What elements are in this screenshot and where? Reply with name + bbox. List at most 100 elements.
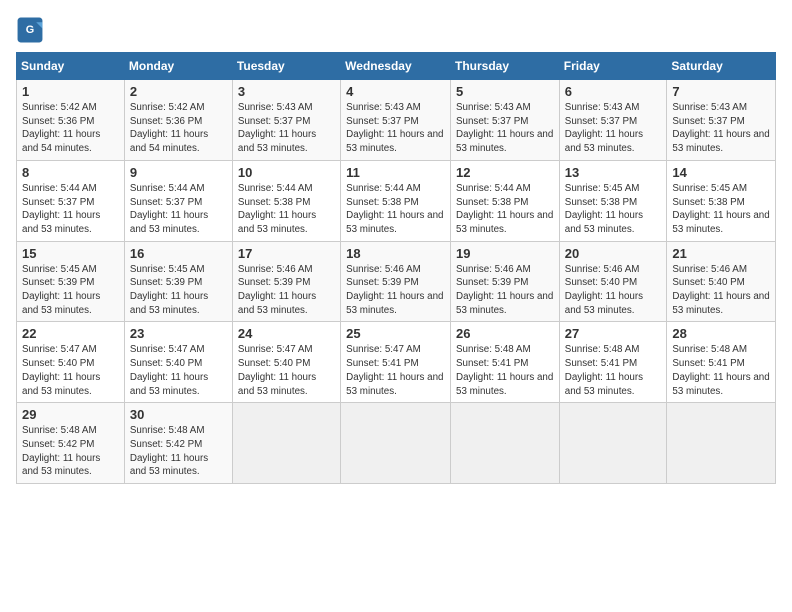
- day-number: 28: [672, 326, 770, 341]
- day-detail: Sunrise: 5:43 AMSunset: 5:37 PMDaylight:…: [238, 102, 316, 154]
- week-row-4: 22 Sunrise: 5:47 AMSunset: 5:40 PMDaylig…: [17, 322, 776, 403]
- week-row-3: 15 Sunrise: 5:45 AMSunset: 5:39 PMDaylig…: [17, 241, 776, 322]
- day-detail: Sunrise: 5:43 AMSunset: 5:37 PMDaylight:…: [456, 102, 553, 154]
- day-number: 6: [565, 84, 662, 99]
- day-detail: Sunrise: 5:43 AMSunset: 5:37 PMDaylight:…: [346, 102, 443, 154]
- day-detail: Sunrise: 5:46 AMSunset: 5:40 PMDaylight:…: [565, 264, 643, 316]
- day-detail: Sunrise: 5:46 AMSunset: 5:39 PMDaylight:…: [238, 264, 316, 316]
- header-cell-monday: Monday: [124, 53, 232, 80]
- calendar-table: SundayMondayTuesdayWednesdayThursdayFrid…: [16, 52, 776, 484]
- calendar-cell: 10 Sunrise: 5:44 AMSunset: 5:38 PMDaylig…: [232, 160, 340, 241]
- day-detail: Sunrise: 5:47 AMSunset: 5:41 PMDaylight:…: [346, 344, 443, 396]
- calendar-cell: 22 Sunrise: 5:47 AMSunset: 5:40 PMDaylig…: [17, 322, 125, 403]
- day-detail: Sunrise: 5:44 AMSunset: 5:38 PMDaylight:…: [238, 183, 316, 235]
- header-cell-wednesday: Wednesday: [341, 53, 451, 80]
- day-number: 21: [672, 246, 770, 261]
- day-number: 18: [346, 246, 445, 261]
- day-number: 29: [22, 407, 119, 422]
- day-number: 20: [565, 246, 662, 261]
- week-row-5: 29 Sunrise: 5:48 AMSunset: 5:42 PMDaylig…: [17, 403, 776, 484]
- calendar-cell: 13 Sunrise: 5:45 AMSunset: 5:38 PMDaylig…: [559, 160, 667, 241]
- header: G: [16, 16, 776, 44]
- day-number: 27: [565, 326, 662, 341]
- day-detail: Sunrise: 5:43 AMSunset: 5:37 PMDaylight:…: [672, 102, 769, 154]
- calendar-cell: 23 Sunrise: 5:47 AMSunset: 5:40 PMDaylig…: [124, 322, 232, 403]
- day-detail: Sunrise: 5:44 AMSunset: 5:37 PMDaylight:…: [130, 183, 208, 235]
- day-detail: Sunrise: 5:48 AMSunset: 5:41 PMDaylight:…: [672, 344, 769, 396]
- day-number: 23: [130, 326, 227, 341]
- day-number: 12: [456, 165, 554, 180]
- calendar-cell: 17 Sunrise: 5:46 AMSunset: 5:39 PMDaylig…: [232, 241, 340, 322]
- day-number: 25: [346, 326, 445, 341]
- calendar-cell: 1 Sunrise: 5:42 AMSunset: 5:36 PMDayligh…: [17, 80, 125, 161]
- day-detail: Sunrise: 5:42 AMSunset: 5:36 PMDaylight:…: [22, 102, 100, 154]
- day-number: 16: [130, 246, 227, 261]
- calendar-cell: 6 Sunrise: 5:43 AMSunset: 5:37 PMDayligh…: [559, 80, 667, 161]
- calendar-cell: 8 Sunrise: 5:44 AMSunset: 5:37 PMDayligh…: [17, 160, 125, 241]
- day-number: 15: [22, 246, 119, 261]
- logo-icon: G: [16, 16, 44, 44]
- calendar-cell: 29 Sunrise: 5:48 AMSunset: 5:42 PMDaylig…: [17, 403, 125, 484]
- svg-text:G: G: [26, 24, 34, 36]
- calendar-cell: 27 Sunrise: 5:48 AMSunset: 5:41 PMDaylig…: [559, 322, 667, 403]
- calendar-cell: 9 Sunrise: 5:44 AMSunset: 5:37 PMDayligh…: [124, 160, 232, 241]
- calendar-cell: [451, 403, 560, 484]
- calendar-cell: 30 Sunrise: 5:48 AMSunset: 5:42 PMDaylig…: [124, 403, 232, 484]
- day-detail: Sunrise: 5:46 AMSunset: 5:39 PMDaylight:…: [456, 264, 553, 316]
- calendar-cell: 24 Sunrise: 5:47 AMSunset: 5:40 PMDaylig…: [232, 322, 340, 403]
- header-cell-sunday: Sunday: [17, 53, 125, 80]
- day-detail: Sunrise: 5:44 AMSunset: 5:37 PMDaylight:…: [22, 183, 100, 235]
- day-detail: Sunrise: 5:46 AMSunset: 5:40 PMDaylight:…: [672, 264, 769, 316]
- day-detail: Sunrise: 5:48 AMSunset: 5:42 PMDaylight:…: [22, 425, 100, 477]
- header-cell-tuesday: Tuesday: [232, 53, 340, 80]
- day-number: 9: [130, 165, 227, 180]
- calendar-cell: 5 Sunrise: 5:43 AMSunset: 5:37 PMDayligh…: [451, 80, 560, 161]
- calendar-cell: 25 Sunrise: 5:47 AMSunset: 5:41 PMDaylig…: [341, 322, 451, 403]
- calendar-cell: 14 Sunrise: 5:45 AMSunset: 5:38 PMDaylig…: [667, 160, 776, 241]
- header-cell-thursday: Thursday: [451, 53, 560, 80]
- day-detail: Sunrise: 5:48 AMSunset: 5:41 PMDaylight:…: [456, 344, 553, 396]
- day-detail: Sunrise: 5:47 AMSunset: 5:40 PMDaylight:…: [238, 344, 316, 396]
- calendar-cell: 3 Sunrise: 5:43 AMSunset: 5:37 PMDayligh…: [232, 80, 340, 161]
- day-number: 1: [22, 84, 119, 99]
- day-detail: Sunrise: 5:45 AMSunset: 5:39 PMDaylight:…: [22, 264, 100, 316]
- day-number: 11: [346, 165, 445, 180]
- calendar-cell: 20 Sunrise: 5:46 AMSunset: 5:40 PMDaylig…: [559, 241, 667, 322]
- day-number: 13: [565, 165, 662, 180]
- calendar-cell: 4 Sunrise: 5:43 AMSunset: 5:37 PMDayligh…: [341, 80, 451, 161]
- calendar-cell: 26 Sunrise: 5:48 AMSunset: 5:41 PMDaylig…: [451, 322, 560, 403]
- day-detail: Sunrise: 5:48 AMSunset: 5:41 PMDaylight:…: [565, 344, 643, 396]
- header-cell-saturday: Saturday: [667, 53, 776, 80]
- day-detail: Sunrise: 5:48 AMSunset: 5:42 PMDaylight:…: [130, 425, 208, 477]
- day-number: 2: [130, 84, 227, 99]
- day-number: 22: [22, 326, 119, 341]
- day-detail: Sunrise: 5:46 AMSunset: 5:39 PMDaylight:…: [346, 264, 443, 316]
- calendar-cell: 28 Sunrise: 5:48 AMSunset: 5:41 PMDaylig…: [667, 322, 776, 403]
- calendar-cell: [559, 403, 667, 484]
- day-number: 3: [238, 84, 335, 99]
- header-row: SundayMondayTuesdayWednesdayThursdayFrid…: [17, 53, 776, 80]
- calendar-cell: 15 Sunrise: 5:45 AMSunset: 5:39 PMDaylig…: [17, 241, 125, 322]
- header-cell-friday: Friday: [559, 53, 667, 80]
- calendar-cell: [341, 403, 451, 484]
- day-detail: Sunrise: 5:44 AMSunset: 5:38 PMDaylight:…: [456, 183, 553, 235]
- calendar-cell: [232, 403, 340, 484]
- day-detail: Sunrise: 5:44 AMSunset: 5:38 PMDaylight:…: [346, 183, 443, 235]
- day-detail: Sunrise: 5:43 AMSunset: 5:37 PMDaylight:…: [565, 102, 643, 154]
- day-number: 4: [346, 84, 445, 99]
- calendar-cell: 19 Sunrise: 5:46 AMSunset: 5:39 PMDaylig…: [451, 241, 560, 322]
- day-number: 19: [456, 246, 554, 261]
- day-number: 14: [672, 165, 770, 180]
- calendar-cell: 21 Sunrise: 5:46 AMSunset: 5:40 PMDaylig…: [667, 241, 776, 322]
- calendar-cell: 7 Sunrise: 5:43 AMSunset: 5:37 PMDayligh…: [667, 80, 776, 161]
- calendar-cell: 11 Sunrise: 5:44 AMSunset: 5:38 PMDaylig…: [341, 160, 451, 241]
- day-detail: Sunrise: 5:45 AMSunset: 5:38 PMDaylight:…: [672, 183, 769, 235]
- day-number: 5: [456, 84, 554, 99]
- day-number: 24: [238, 326, 335, 341]
- day-detail: Sunrise: 5:45 AMSunset: 5:38 PMDaylight:…: [565, 183, 643, 235]
- day-number: 26: [456, 326, 554, 341]
- day-number: 30: [130, 407, 227, 422]
- day-detail: Sunrise: 5:47 AMSunset: 5:40 PMDaylight:…: [130, 344, 208, 396]
- day-detail: Sunrise: 5:42 AMSunset: 5:36 PMDaylight:…: [130, 102, 208, 154]
- calendar-cell: 16 Sunrise: 5:45 AMSunset: 5:39 PMDaylig…: [124, 241, 232, 322]
